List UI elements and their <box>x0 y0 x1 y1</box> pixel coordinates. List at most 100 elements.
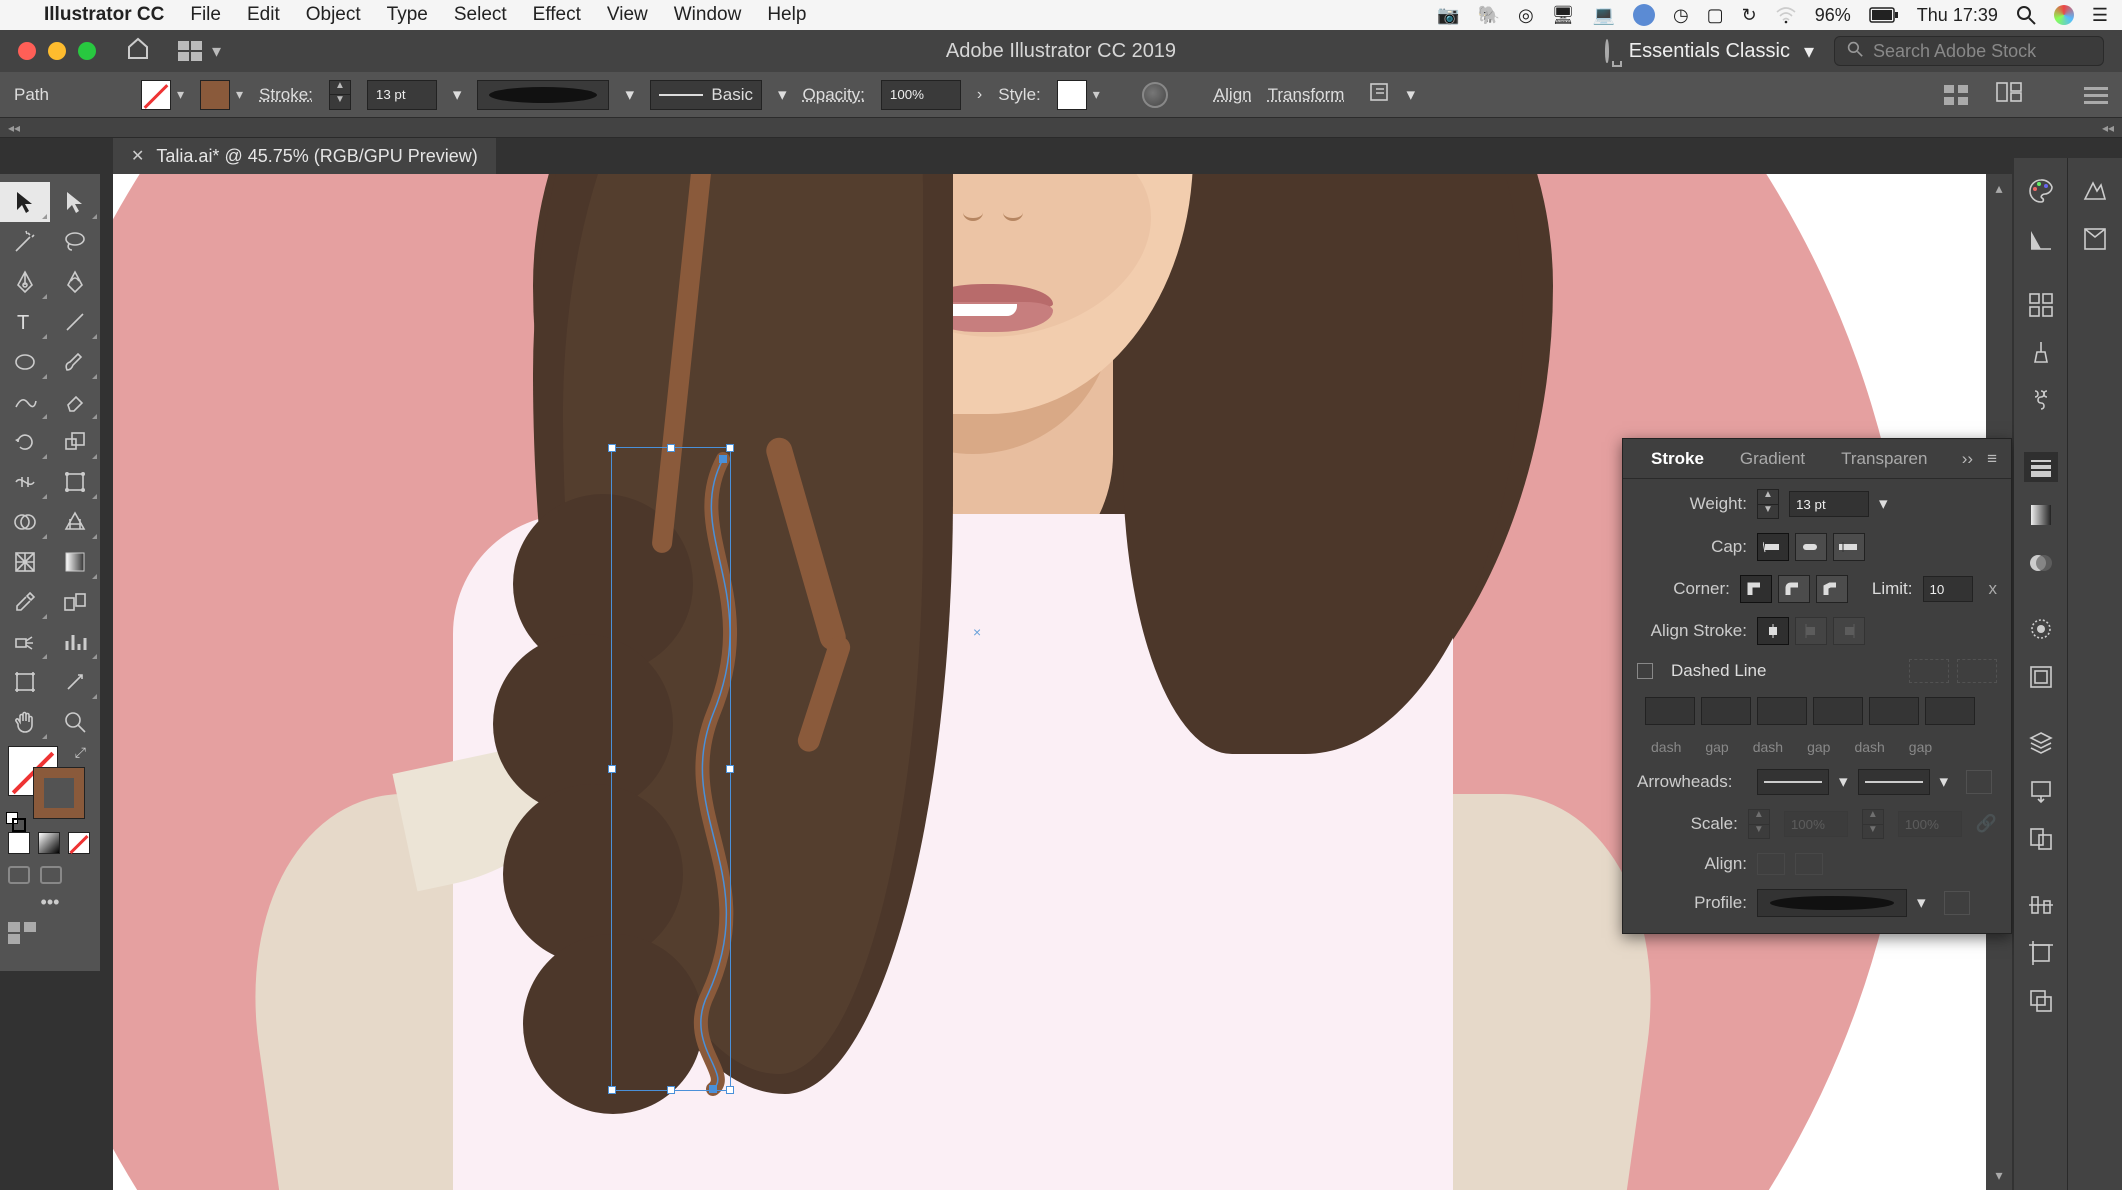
shaper-tool[interactable] <box>0 382 50 422</box>
column-graph-tool[interactable] <box>50 622 100 662</box>
width-tool[interactable] <box>0 462 50 502</box>
close-window-button[interactable] <box>18 42 36 60</box>
timemachine-icon[interactable]: ↻ <box>1742 5 1757 26</box>
menu-select[interactable]: Select <box>454 4 507 26</box>
expand-right-icon[interactable]: ◂◂ <box>2094 121 2122 135</box>
stroke-indicator-icon[interactable] <box>34 768 84 818</box>
libraries-panel-icon[interactable] <box>2078 224 2112 254</box>
asset-export-panel-icon[interactable] <box>2024 776 2058 806</box>
brush-definition[interactable]: Basic <box>650 80 762 110</box>
airplay-icon[interactable]: ▢ <box>1707 5 1724 26</box>
swap-fill-stroke-icon[interactable]: ⤢ <box>75 744 86 761</box>
arrange-grid-icon[interactable] <box>1944 85 1968 105</box>
type-tool[interactable]: T <box>0 302 50 342</box>
wifi-icon[interactable] <box>1775 6 1797 24</box>
arrange-documents-button[interactable]: ▾ <box>178 41 221 62</box>
arrowhead-end[interactable] <box>1858 769 1930 795</box>
pathfinder-panel-icon[interactable] <box>2024 986 2058 1016</box>
weight-stepper[interactable]: ▲▼ <box>1757 489 1779 519</box>
paintbrush-tool[interactable] <box>50 342 100 382</box>
transparency-panel-icon[interactable] <box>2024 548 2058 578</box>
menu-file[interactable]: File <box>190 4 221 26</box>
collapse-panel-icon[interactable]: ›› <box>1962 449 1973 469</box>
menu-edit[interactable]: Edit <box>247 4 280 26</box>
menu-window[interactable]: Window <box>674 4 742 26</box>
clock-icon[interactable]: ◷ <box>1673 5 1689 26</box>
magic-wand-tool[interactable] <box>0 222 50 262</box>
draw-behind-icon[interactable] <box>40 866 62 884</box>
toggle-icon[interactable]: ◎ <box>1518 5 1534 26</box>
workspace-switcher[interactable]: Essentials Classic ▾ <box>1629 39 1814 64</box>
arrange-alt-icon[interactable] <box>1996 82 2022 107</box>
minimize-window-button[interactable] <box>48 42 66 60</box>
default-fill-stroke-icon[interactable] <box>6 812 22 828</box>
direct-selection-tool[interactable] <box>50 182 100 222</box>
line-segment-tool[interactable] <box>50 302 100 342</box>
displays-icon[interactable]: 🖥 <box>1552 5 1575 26</box>
scale-tool[interactable] <box>50 422 100 462</box>
artboards-panel-icon[interactable] <box>2024 824 2058 854</box>
notification-center-icon[interactable]: ☰ <box>2092 5 2108 26</box>
menu-type[interactable]: Type <box>387 4 428 26</box>
transform-panel-link[interactable]: Transform <box>1268 85 1345 105</box>
panel-menu-icon[interactable]: ≡ <box>1987 449 1997 469</box>
dashed-line-checkbox[interactable] <box>1637 663 1653 679</box>
menu-effect[interactable]: Effect <box>533 4 581 26</box>
mesh-tool[interactable] <box>0 542 50 582</box>
align-stroke-center[interactable] <box>1757 617 1789 645</box>
stroke-panel[interactable]: Stroke Gradient Transparen ›› ≡ Weight: … <box>1622 438 2012 934</box>
color-guide-panel-icon[interactable] <box>2024 224 2058 254</box>
selection-tool[interactable] <box>0 182 50 222</box>
ellipse-tool[interactable] <box>0 342 50 382</box>
eyedropper-tool[interactable] <box>0 582 50 622</box>
evernote-icon[interactable]: 🐘 <box>1478 5 1500 26</box>
menubar-app-name[interactable]: Illustrator CC <box>44 4 164 26</box>
zoom-window-button[interactable] <box>78 42 96 60</box>
fill-stroke-indicator[interactable]: ⤢ <box>0 742 100 830</box>
hand-tool[interactable] <box>0 702 50 742</box>
shape-builder-tool[interactable] <box>0 502 50 542</box>
cap-butt[interactable] <box>1757 533 1789 561</box>
discover-icon[interactable] <box>1605 41 1609 62</box>
lasso-tool[interactable] <box>50 222 100 262</box>
monitor-icon[interactable]: 💻 <box>1593 5 1615 26</box>
align-panel-link[interactable]: Align <box>1214 85 1252 105</box>
stroke-swatch-dropdown[interactable]: ▾ <box>200 80 243 110</box>
curvature-tool[interactable] <box>50 262 100 302</box>
limit-input[interactable] <box>1923 576 1973 602</box>
brush-definition-dropdown[interactable]: ▾ <box>778 85 787 105</box>
brushes-panel-icon[interactable] <box>2024 338 2058 368</box>
panel-menu-icon[interactable] <box>2084 85 2108 105</box>
scroll-down-icon[interactable]: ▾ <box>1995 1167 2002 1184</box>
gradient-panel-icon[interactable] <box>2024 500 2058 530</box>
menu-object[interactable]: Object <box>306 4 361 26</box>
search-adobe-stock[interactable]: Search Adobe Stock <box>1834 36 2104 66</box>
toolbox-overflow[interactable]: ••• <box>0 888 100 916</box>
cap-projecting[interactable] <box>1833 533 1865 561</box>
stroke-label[interactable]: Stroke: <box>259 85 313 105</box>
dashed-line-label[interactable]: Dashed Line <box>1671 661 1766 681</box>
more-options-dropdown[interactable]: ▾ <box>1406 85 1415 105</box>
artboard-tool[interactable] <box>0 662 50 702</box>
profile-dropdown[interactable]: ▾ <box>1917 893 1926 913</box>
pen-tool[interactable] <box>0 262 50 302</box>
isolate-button[interactable] <box>1368 81 1390 108</box>
properties-panel-icon[interactable] <box>2078 176 2112 206</box>
slice-tool[interactable] <box>50 662 100 702</box>
menu-help[interactable]: Help <box>767 4 806 26</box>
free-transform-tool[interactable] <box>50 462 100 502</box>
perspective-grid-tool[interactable] <box>50 502 100 542</box>
swatches-panel-icon[interactable] <box>2024 290 2058 320</box>
siri-icon[interactable] <box>2054 5 2074 25</box>
tab-stroke[interactable]: Stroke <box>1637 449 1704 469</box>
swap-arrowheads-icon[interactable] <box>1966 770 1992 794</box>
gradient-tool[interactable] <box>50 542 100 582</box>
rotate-tool[interactable] <box>0 422 50 462</box>
appearance-panel-icon[interactable] <box>2024 614 2058 644</box>
blend-tool[interactable] <box>50 582 100 622</box>
cap-round[interactable] <box>1795 533 1827 561</box>
graphic-style-dropdown[interactable]: ▾ <box>1057 80 1100 110</box>
flip-profile-icon[interactable] <box>1944 891 1970 915</box>
opacity-input[interactable] <box>881 80 961 110</box>
color-mode-gradient[interactable] <box>38 832 60 854</box>
